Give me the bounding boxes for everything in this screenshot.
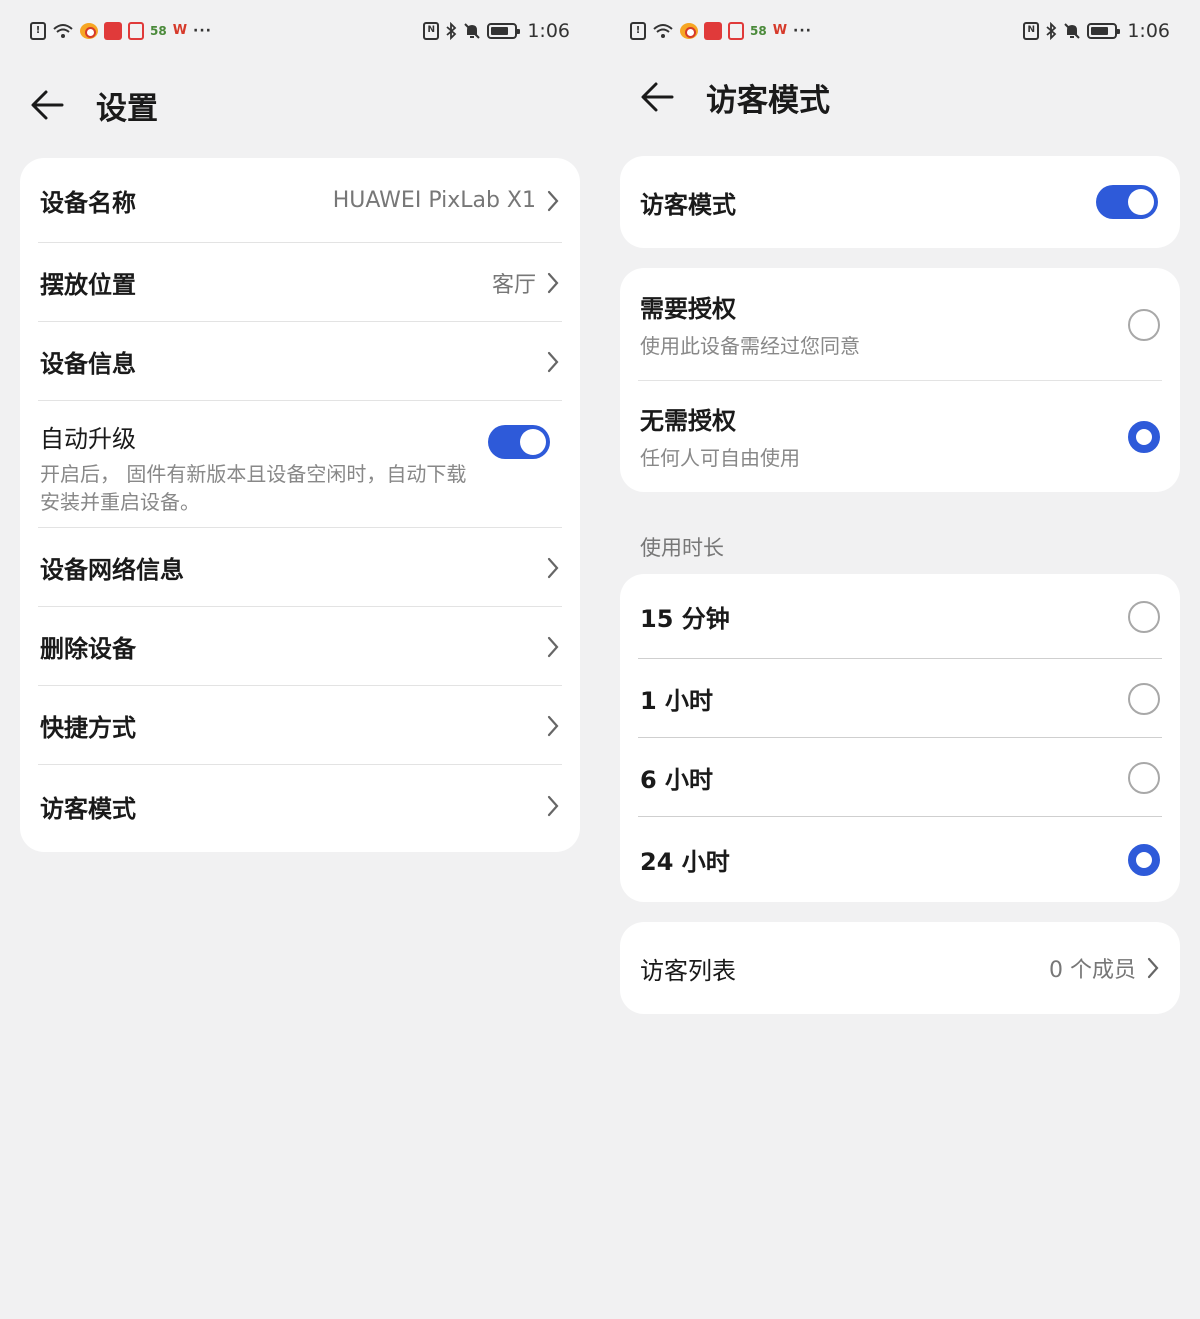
- auth-option-description: 任何人可自由使用: [640, 446, 800, 470]
- settings-item-delete-device[interactable]: 删除设备: [20, 607, 580, 686]
- guest-mode-label: 访客模式: [640, 190, 736, 219]
- placement-value: 客厅: [491, 272, 536, 298]
- auth-option-description: 使用此设备需经过您同意: [640, 334, 860, 358]
- duration-option-24h[interactable]: 24 小时: [620, 817, 1180, 902]
- duration-15min-radio[interactable]: [1128, 600, 1160, 633]
- weibo-icon: [80, 23, 98, 39]
- settings-item-label: 快捷方式: [40, 714, 136, 742]
- news-icon: [704, 22, 722, 40]
- auth-option-not-required[interactable]: 无需授权 任何人可自由使用: [620, 381, 1180, 492]
- guest-mode-screen: ! 58 W ··· N 1:06 访客模式 访客模式 需要授权 使用此设备需经…: [600, 0, 1200, 1319]
- back-arrow-icon[interactable]: [640, 79, 676, 115]
- duration-label: 24 小时: [640, 848, 730, 876]
- chevron-right-icon: [547, 715, 559, 736]
- settings-item-label: 自动升级: [40, 425, 136, 453]
- chevron-right-icon: [547, 795, 559, 817]
- settings-screen: ! 58 W ··· N 1:06 设置 设备名称 HUAWEI PixLab …: [0, 0, 600, 1319]
- chevron-right-icon: [547, 557, 559, 578]
- settings-item-device-info[interactable]: 设备信息: [20, 322, 580, 401]
- settings-item-label: 删除设备: [40, 635, 136, 663]
- settings-card: 设备名称 HUAWEI PixLab X1 摆放位置 客厅 设备信息 自动升级 …: [20, 158, 580, 852]
- auth-required-radio[interactable]: [1128, 308, 1160, 341]
- visitor-list-label: 访客列表: [640, 956, 736, 985]
- status-time: 1:06: [1127, 20, 1170, 42]
- settings-item-guest-mode[interactable]: 访客模式: [20, 765, 580, 847]
- guest-mode-row: 访客模式: [620, 156, 1180, 248]
- duration-section-title: 使用时长: [640, 536, 724, 560]
- mute-icon: [1063, 22, 1081, 40]
- duration-option-1h[interactable]: 1 小时: [620, 659, 1180, 738]
- wifi-icon: [52, 22, 74, 40]
- auth-option-required[interactable]: 需要授权 使用此设备需经过您同意: [620, 268, 1180, 381]
- settings-item-device-name[interactable]: 设备名称 HUAWEI PixLab X1: [20, 158, 580, 243]
- guest-mode-toggle-card: 访客模式: [620, 156, 1180, 248]
- duration-label: 6 小时: [640, 766, 714, 794]
- mute-icon: [463, 22, 481, 40]
- duration-option-15min[interactable]: 15 分钟: [620, 574, 1180, 659]
- battery-icon: [487, 23, 521, 39]
- auth-option-label: 无需授权: [640, 407, 736, 435]
- bluetooth-icon: [1045, 21, 1057, 41]
- chevron-right-icon: [547, 351, 559, 372]
- settings-item-label: 设备名称: [40, 189, 136, 217]
- back-arrow-icon[interactable]: [30, 87, 66, 123]
- status-bar: ! 58 W ··· N 1:06: [630, 16, 1170, 46]
- visitor-list-row[interactable]: 访客列表 0 个成员: [620, 922, 1180, 1014]
- bluetooth-icon: [445, 21, 457, 41]
- guest-mode-toggle[interactable]: [1096, 185, 1158, 219]
- app-58-icon: 58: [750, 24, 767, 38]
- device-name-value: HUAWEI PixLab X1: [332, 188, 536, 213]
- settings-item-shortcut[interactable]: 快捷方式: [20, 686, 580, 765]
- app-58-icon: 58: [150, 24, 167, 38]
- visitor-list-card[interactable]: 访客列表 0 个成员: [620, 922, 1180, 1014]
- more-notifications-icon: ···: [793, 23, 813, 39]
- settings-item-label: 访客模式: [40, 794, 136, 823]
- duration-label: 1 小时: [640, 687, 714, 715]
- alert-icon: !: [30, 22, 46, 40]
- visitor-count: 0 个成员: [1049, 958, 1136, 983]
- guest-mode-header: 访客模式: [640, 72, 830, 122]
- auth-option-label: 需要授权: [640, 295, 736, 323]
- chevron-right-icon: [547, 272, 559, 293]
- settings-item-placement[interactable]: 摆放位置 客厅: [20, 243, 580, 322]
- chevron-right-icon: [1147, 957, 1159, 979]
- settings-item-label: 摆放位置: [40, 271, 136, 299]
- page-title: 访客模式: [706, 82, 830, 119]
- battery-icon: [1087, 23, 1121, 39]
- chevron-right-icon: [547, 636, 559, 657]
- auto-upgrade-toggle[interactable]: [488, 425, 550, 459]
- nfc-icon: N: [423, 22, 440, 40]
- wifi-icon: [652, 22, 674, 40]
- news-icon: [104, 22, 122, 40]
- app-w-icon: W: [772, 23, 788, 38]
- settings-header: 设置: [30, 80, 158, 130]
- app-icon: [128, 22, 144, 40]
- auth-not-required-radio[interactable]: [1128, 420, 1160, 453]
- settings-item-label: 设备信息: [40, 350, 136, 378]
- duration-option-6h[interactable]: 6 小时: [620, 738, 1180, 817]
- chevron-right-icon: [547, 190, 559, 211]
- nfc-icon: N: [1023, 22, 1040, 40]
- duration-1h-radio[interactable]: [1128, 682, 1160, 715]
- settings-item-label: 设备网络信息: [40, 556, 184, 584]
- duration-card: 15 分钟 1 小时 6 小时 24 小时: [620, 574, 1180, 902]
- app-icon: [728, 22, 744, 40]
- authorization-card: 需要授权 使用此设备需经过您同意 无需授权 任何人可自由使用: [620, 268, 1180, 492]
- alert-icon: !: [630, 22, 646, 40]
- duration-label: 15 分钟: [640, 605, 730, 633]
- weibo-icon: [680, 23, 698, 39]
- duration-24h-radio[interactable]: [1128, 843, 1160, 876]
- status-time: 1:06: [527, 20, 570, 42]
- settings-item-auto-upgrade: 自动升级 开启后， 固件有新版本且设备空闲时，自动下载安装并重启设备。: [20, 401, 580, 528]
- duration-6h-radio[interactable]: [1128, 761, 1160, 794]
- page-title: 设置: [96, 90, 158, 127]
- status-bar: ! 58 W ··· N 1:06: [30, 16, 570, 46]
- more-notifications-icon: ···: [193, 23, 213, 39]
- app-w-icon: W: [172, 23, 188, 38]
- settings-item-network-info[interactable]: 设备网络信息: [20, 528, 580, 607]
- auto-upgrade-description: 开启后， 固件有新版本且设备空闲时，自动下载安装并重启设备。: [40, 462, 467, 514]
